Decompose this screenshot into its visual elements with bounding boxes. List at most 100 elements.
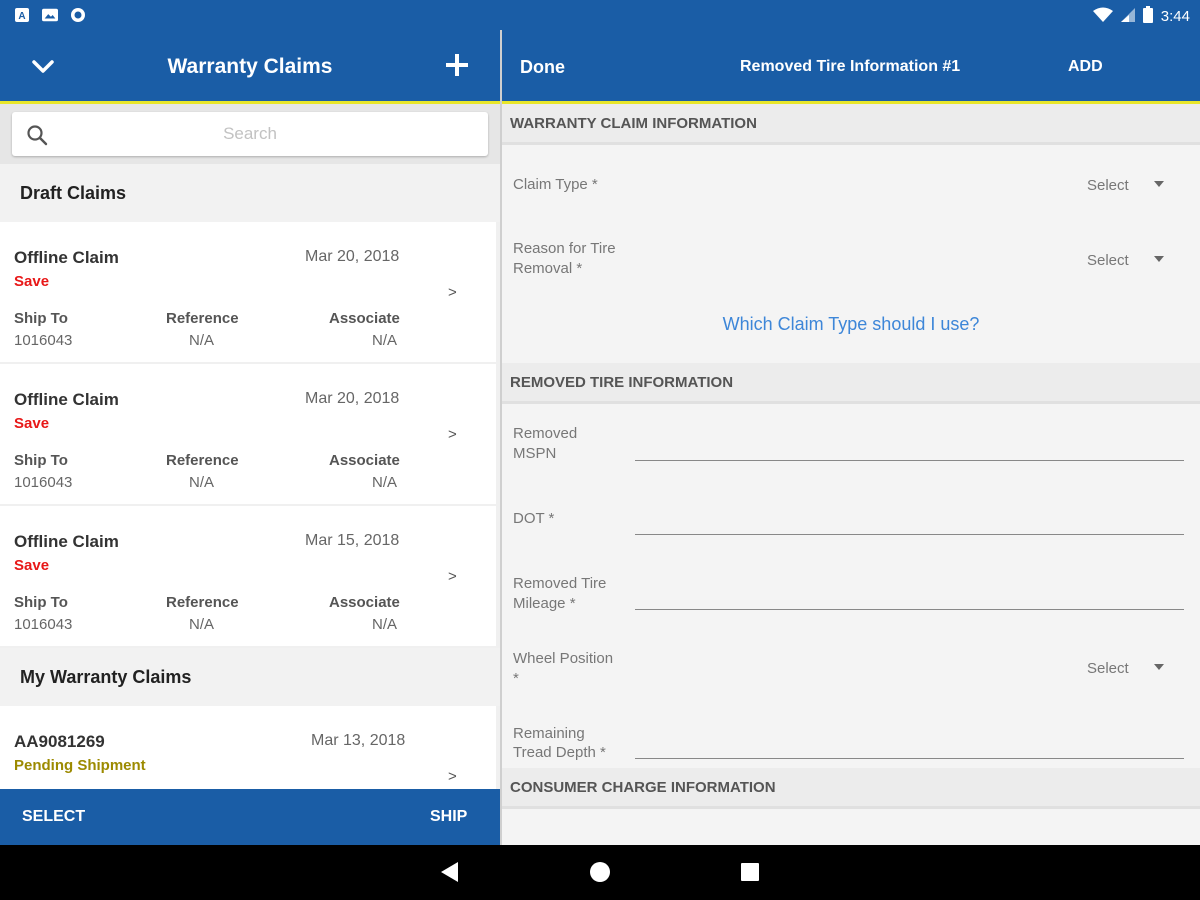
claim-status: Save xyxy=(14,273,50,290)
claim-list-item[interactable]: Offline Claim Mar 20, 2018 Save > Ship T… xyxy=(0,222,496,362)
select-button[interactable]: SELECT xyxy=(22,808,85,826)
removal-reason-field[interactable]: Reason for Tire Removal * Select xyxy=(502,219,1200,281)
photo-notification-icon xyxy=(42,7,58,23)
wheel-position-label-line-1: Wheel Position xyxy=(513,650,614,667)
chevron-right-icon: > xyxy=(448,284,457,301)
wheel-position-label-line-2: * xyxy=(513,670,519,687)
dot-label: DOT * xyxy=(513,510,555,527)
notification-icons: A xyxy=(14,7,86,23)
help-link-row: Which Claim Type should I use? xyxy=(502,281,1200,363)
warranty-info-section-heading: WARRANTY CLAIM INFORMATION xyxy=(502,104,1200,145)
claim-name: Offline Claim xyxy=(14,248,119,267)
removal-reason-label-line-1: Reason for Tire xyxy=(513,240,616,257)
reference-value: N/A xyxy=(189,616,215,633)
form-title: Removed Tire Information #1 xyxy=(740,58,961,75)
circle-notification-icon xyxy=(70,7,86,23)
dropdown-caret-icon[interactable] xyxy=(1154,664,1164,670)
claim-date: Mar 20, 2018 xyxy=(305,390,400,407)
my-claims-heading: My Warranty Claims xyxy=(0,648,500,706)
removed-mspn-field[interactable]: Removed MSPN xyxy=(502,404,1200,477)
mileage-input[interactable] xyxy=(635,609,1184,610)
associate-label: Associate xyxy=(329,452,400,469)
claim-status: Pending Shipment xyxy=(14,757,146,774)
claim-name: Offline Claim xyxy=(14,532,119,551)
recent-apps-icon[interactable] xyxy=(741,863,759,881)
battery-icon xyxy=(1142,6,1153,27)
search-icon xyxy=(26,124,48,146)
claim-name: AA9081269 xyxy=(14,732,105,751)
claim-type-help-link[interactable]: Which Claim Type should I use? xyxy=(502,314,1200,335)
ship-to-value: 1016043 xyxy=(14,474,73,491)
removal-reason-label-line-2: Removal * xyxy=(513,260,583,277)
remaining-tread-depth-field[interactable]: Remaining Tread Depth * xyxy=(502,700,1200,768)
search-input[interactable] xyxy=(12,112,488,156)
removed-mspn-label-line-2: MSPN xyxy=(513,445,557,462)
tread-depth-input[interactable] xyxy=(635,758,1184,759)
plus-icon xyxy=(446,54,468,76)
wheel-position-select-value[interactable]: Select xyxy=(1087,660,1129,677)
back-icon[interactable] xyxy=(441,862,458,882)
wifi-icon xyxy=(1092,7,1113,27)
removed-mspn-input[interactable] xyxy=(635,460,1184,461)
add-button[interactable]: ADD xyxy=(1068,58,1103,76)
dropdown-caret-icon[interactable] xyxy=(1154,256,1164,262)
mileage-label-line-1: Removed Tire xyxy=(513,575,607,592)
removed-mspn-label-line-1: Removed xyxy=(513,425,578,442)
associate-value: N/A xyxy=(372,616,398,633)
removal-reason-select-value[interactable]: Select xyxy=(1087,252,1129,269)
done-button[interactable]: Done xyxy=(520,57,565,78)
ship-to-value: 1016043 xyxy=(14,332,73,349)
draft-claims-heading: Draft Claims xyxy=(0,164,500,222)
ship-to-label: Ship To xyxy=(14,310,68,327)
a-notification-icon: A xyxy=(14,7,30,23)
system-status: 3:44 xyxy=(1092,6,1190,27)
reference-label: Reference xyxy=(166,594,239,611)
claim-name: Offline Claim xyxy=(14,390,119,409)
status-bar: A 3:44 xyxy=(0,0,1200,30)
removed-tire-mileage-field[interactable]: Removed Tire Mileage * xyxy=(502,551,1200,625)
left-app-bar: Warranty Claims xyxy=(0,30,500,104)
home-icon[interactable] xyxy=(590,862,610,882)
claim-type-field[interactable]: Claim Type * Select xyxy=(502,145,1200,219)
claim-date: Mar 15, 2018 xyxy=(305,532,400,549)
add-claim-button[interactable] xyxy=(444,52,470,80)
system-navigation-bar xyxy=(0,845,1200,900)
ship-button[interactable]: SHIP xyxy=(430,808,467,826)
tread-depth-label-line-1: Remaining xyxy=(513,725,585,742)
claim-list-item[interactable]: Offline Claim Mar 15, 2018 Save > Ship T… xyxy=(0,506,496,646)
search-box xyxy=(12,112,488,156)
claim-type-select-value[interactable]: Select xyxy=(1087,177,1129,194)
claim-date: Mar 13, 2018 xyxy=(311,732,406,749)
reference-value: N/A xyxy=(189,474,215,491)
associate-value: N/A xyxy=(372,332,398,349)
ship-to-label: Ship To xyxy=(14,594,68,611)
associate-label: Associate xyxy=(329,594,400,611)
removed-tire-section-heading: REMOVED TIRE INFORMATION xyxy=(502,363,1200,404)
claim-form-panel: Done Removed Tire Information #1 ADD WAR… xyxy=(502,30,1200,845)
reference-value: N/A xyxy=(189,332,215,349)
wheel-position-field[interactable]: Wheel Position * Select xyxy=(502,625,1200,700)
reference-label: Reference xyxy=(166,452,239,469)
claim-list-item[interactable]: Offline Claim Mar 20, 2018 Save > Ship T… xyxy=(0,364,496,504)
claim-type-label: Claim Type * xyxy=(513,176,598,193)
dot-field[interactable]: DOT * xyxy=(502,477,1200,551)
consumer-charge-section-heading: CONSUMER CHARGE INFORMATION xyxy=(502,768,1200,809)
chevron-right-icon: > xyxy=(448,568,457,585)
signal-icon xyxy=(1120,7,1135,27)
tread-depth-label-line-2: Tread Depth * xyxy=(513,744,606,761)
right-app-bar: Done Removed Tire Information #1 ADD xyxy=(502,30,1200,104)
svg-text:A: A xyxy=(18,11,25,22)
chevron-right-icon: > xyxy=(448,768,457,785)
clock: 3:44 xyxy=(1160,8,1190,25)
dot-input[interactable] xyxy=(635,534,1184,535)
mileage-label-line-2: Mileage * xyxy=(513,595,576,612)
dropdown-caret-icon[interactable] xyxy=(1154,181,1164,187)
claim-status: Save xyxy=(14,557,50,574)
chevron-right-icon: > xyxy=(448,426,457,443)
ship-to-label: Ship To xyxy=(14,452,68,469)
claims-list-panel: Warranty Claims Draft Claims Offline Cla… xyxy=(0,30,500,845)
page-title: Warranty Claims xyxy=(167,55,333,78)
associate-value: N/A xyxy=(372,474,398,491)
search-bar xyxy=(0,104,500,164)
claim-status: Save xyxy=(14,415,50,432)
